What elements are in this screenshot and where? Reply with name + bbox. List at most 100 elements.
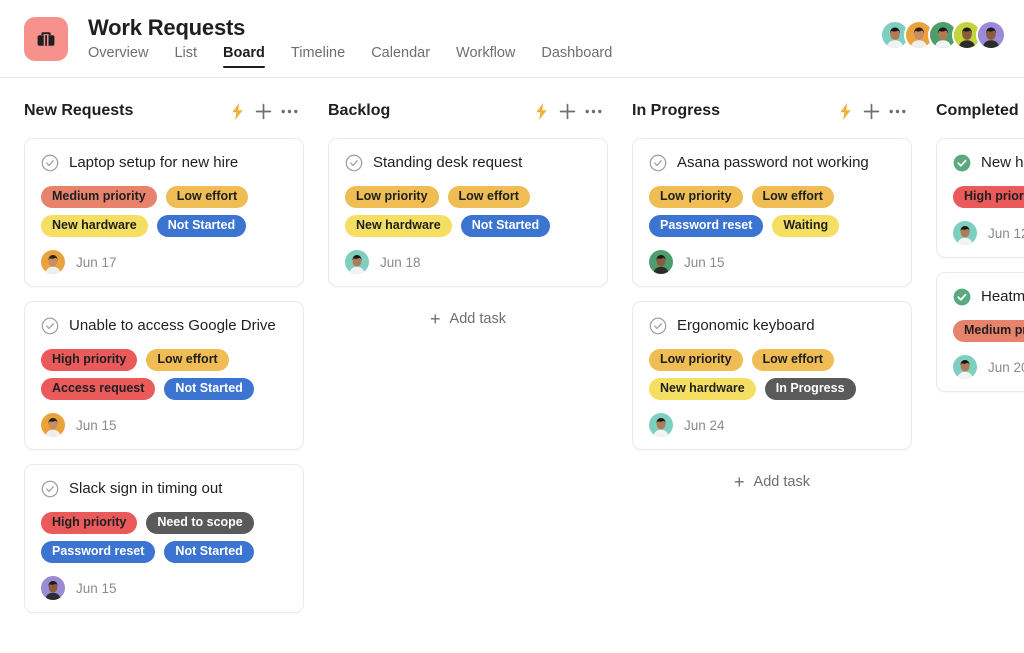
tag-badge[interactable]: Low effort (146, 349, 228, 371)
card-title: Asana password not working (677, 153, 869, 173)
tag-badge[interactable]: Low priority (649, 186, 743, 208)
task-incomplete-check-icon[interactable] (345, 154, 363, 172)
task-card[interactable]: Slack sign in timing out High priority Nee… (24, 464, 304, 613)
card-tags: Medium priorityNew software (953, 320, 1024, 342)
lightning-bolt-icon[interactable] (224, 98, 250, 124)
tag-badge[interactable]: Not Started (164, 541, 253, 563)
card-tags: Low priority Low effort Password reset Wait… (649, 186, 895, 237)
tag-badge[interactable]: Not Started (164, 378, 253, 400)
ellipsis-icon[interactable] (276, 98, 302, 124)
briefcase-icon[interactable] (24, 17, 68, 61)
lightning-bolt-icon[interactable] (528, 98, 554, 124)
tab-workflow[interactable]: Workflow (456, 45, 515, 68)
task-incomplete-check-icon[interactable] (649, 154, 667, 172)
tag-badge[interactable]: Low effort (752, 186, 834, 208)
tag-badge[interactable]: High priority (953, 186, 1024, 208)
task-incomplete-check-icon[interactable] (41, 480, 59, 498)
member-avatar-stack[interactable] (880, 20, 1006, 50)
tag-badge[interactable]: High priority (41, 512, 137, 534)
card-tags: Low priority Low effort New hardware In Pro… (649, 349, 895, 400)
card-title-row: Heatmap request (953, 287, 1024, 307)
tag-badge[interactable]: Low effort (752, 349, 834, 371)
page-title: Work Requests (88, 14, 612, 42)
tag-badge[interactable]: Password reset (649, 215, 763, 237)
card-tags: High priority Low effort Access request Not… (41, 349, 287, 400)
card-footer: Jun 15 (41, 576, 287, 600)
tag-badge[interactable]: High priority (41, 349, 137, 371)
due-date[interactable]: Jun 18 (380, 255, 421, 270)
plus-icon[interactable] (858, 98, 884, 124)
horizontal-scrollbar[interactable] (0, 646, 1024, 653)
task-card[interactable]: New hire onboardingHigh priorityNew hard… (936, 138, 1024, 258)
lightning-bolt-icon[interactable] (832, 98, 858, 124)
tag-badge[interactable]: New hardware (41, 215, 148, 237)
tab-overview[interactable]: Overview (88, 45, 148, 68)
board-column: In Progress Asana password not working Low… (632, 78, 912, 653)
task-complete-check-icon[interactable] (953, 288, 971, 306)
assignee-avatar[interactable] (953, 221, 977, 245)
assignee-avatar[interactable] (649, 250, 673, 274)
tab-timeline[interactable]: Timeline (291, 45, 345, 68)
column-header: New Requests (24, 96, 304, 126)
due-date[interactable]: Jun 24 (684, 418, 725, 433)
tab-calendar[interactable]: Calendar (371, 45, 430, 68)
add-task-button[interactable]: +Add task (632, 464, 912, 500)
avatar[interactable] (976, 20, 1006, 50)
tag-badge[interactable]: Medium priority (953, 320, 1024, 342)
assignee-avatar[interactable] (41, 413, 65, 437)
task-complete-check-icon[interactable] (953, 154, 971, 172)
assignee-avatar[interactable] (345, 250, 369, 274)
assignee-avatar[interactable] (41, 250, 65, 274)
column-title: In Progress (632, 102, 832, 120)
tag-badge[interactable]: Need to scope (146, 512, 253, 534)
task-card[interactable]: Heatmap request Medium priorityNew softwa… (936, 272, 1024, 392)
plus-icon[interactable] (250, 98, 276, 124)
tag-badge[interactable]: In Progress (765, 378, 856, 400)
tag-badge[interactable]: New hardware (345, 215, 452, 237)
task-card[interactable]: Laptop setup for new hire Medium priority… (24, 138, 304, 287)
task-card[interactable]: Standing desk request Low priority Low eff… (328, 138, 608, 287)
task-card[interactable]: Asana password not workingLow priorityLo… (632, 138, 912, 287)
due-date[interactable]: Jun 20 (988, 360, 1024, 375)
assignee-avatar[interactable] (953, 355, 977, 379)
card-title-row: Laptop setup for new hire (41, 153, 287, 173)
ellipsis-icon[interactable] (580, 98, 606, 124)
task-card[interactable]: Ergonomic keyboard Low priority Low effort… (632, 301, 912, 450)
card-footer: Jun 24 (649, 413, 895, 437)
due-date[interactable]: Jun 15 (76, 581, 117, 596)
tab-board[interactable]: Board (223, 45, 265, 68)
tab-dashboard[interactable]: Dashboard (541, 45, 612, 68)
card-title: Standing desk request (373, 153, 522, 173)
tag-badge[interactable]: Access request (41, 378, 155, 400)
tag-badge[interactable]: Not Started (157, 215, 246, 237)
add-task-button[interactable]: +Add task (328, 301, 608, 337)
card-title: Ergonomic keyboard (677, 316, 815, 336)
plus-icon: + (430, 312, 441, 326)
due-date[interactable]: Jun 15 (76, 418, 117, 433)
due-date[interactable]: Jun 15 (684, 255, 725, 270)
tag-badge[interactable]: Low priority (345, 186, 439, 208)
tag-badge[interactable]: Waiting (772, 215, 839, 237)
assignee-avatar[interactable] (41, 576, 65, 600)
plus-icon[interactable] (554, 98, 580, 124)
tag-badge[interactable]: Low effort (166, 186, 248, 208)
tag-badge[interactable]: Medium priority (41, 186, 157, 208)
tag-badge[interactable]: New hardware (649, 378, 756, 400)
card-title: Slack sign in timing out (69, 479, 222, 499)
card-tags: Low priority Low effort New hardware Not St… (345, 186, 591, 237)
task-incomplete-check-icon[interactable] (649, 317, 667, 335)
tab-list[interactable]: List (174, 45, 197, 68)
task-card[interactable]: Unable to access Google DriveHigh priori… (24, 301, 304, 450)
tag-badge[interactable]: Low priority (649, 349, 743, 371)
ellipsis-icon[interactable] (884, 98, 910, 124)
card-title: Laptop setup for new hire (69, 153, 238, 173)
tag-badge[interactable]: Low effort (448, 186, 530, 208)
task-incomplete-check-icon[interactable] (41, 317, 59, 335)
card-footer: Jun 12 (953, 221, 1024, 245)
tag-badge[interactable]: Not Started (461, 215, 550, 237)
due-date[interactable]: Jun 12 (988, 226, 1024, 241)
tag-badge[interactable]: Password reset (41, 541, 155, 563)
due-date[interactable]: Jun 17 (76, 255, 117, 270)
task-incomplete-check-icon[interactable] (41, 154, 59, 172)
assignee-avatar[interactable] (649, 413, 673, 437)
